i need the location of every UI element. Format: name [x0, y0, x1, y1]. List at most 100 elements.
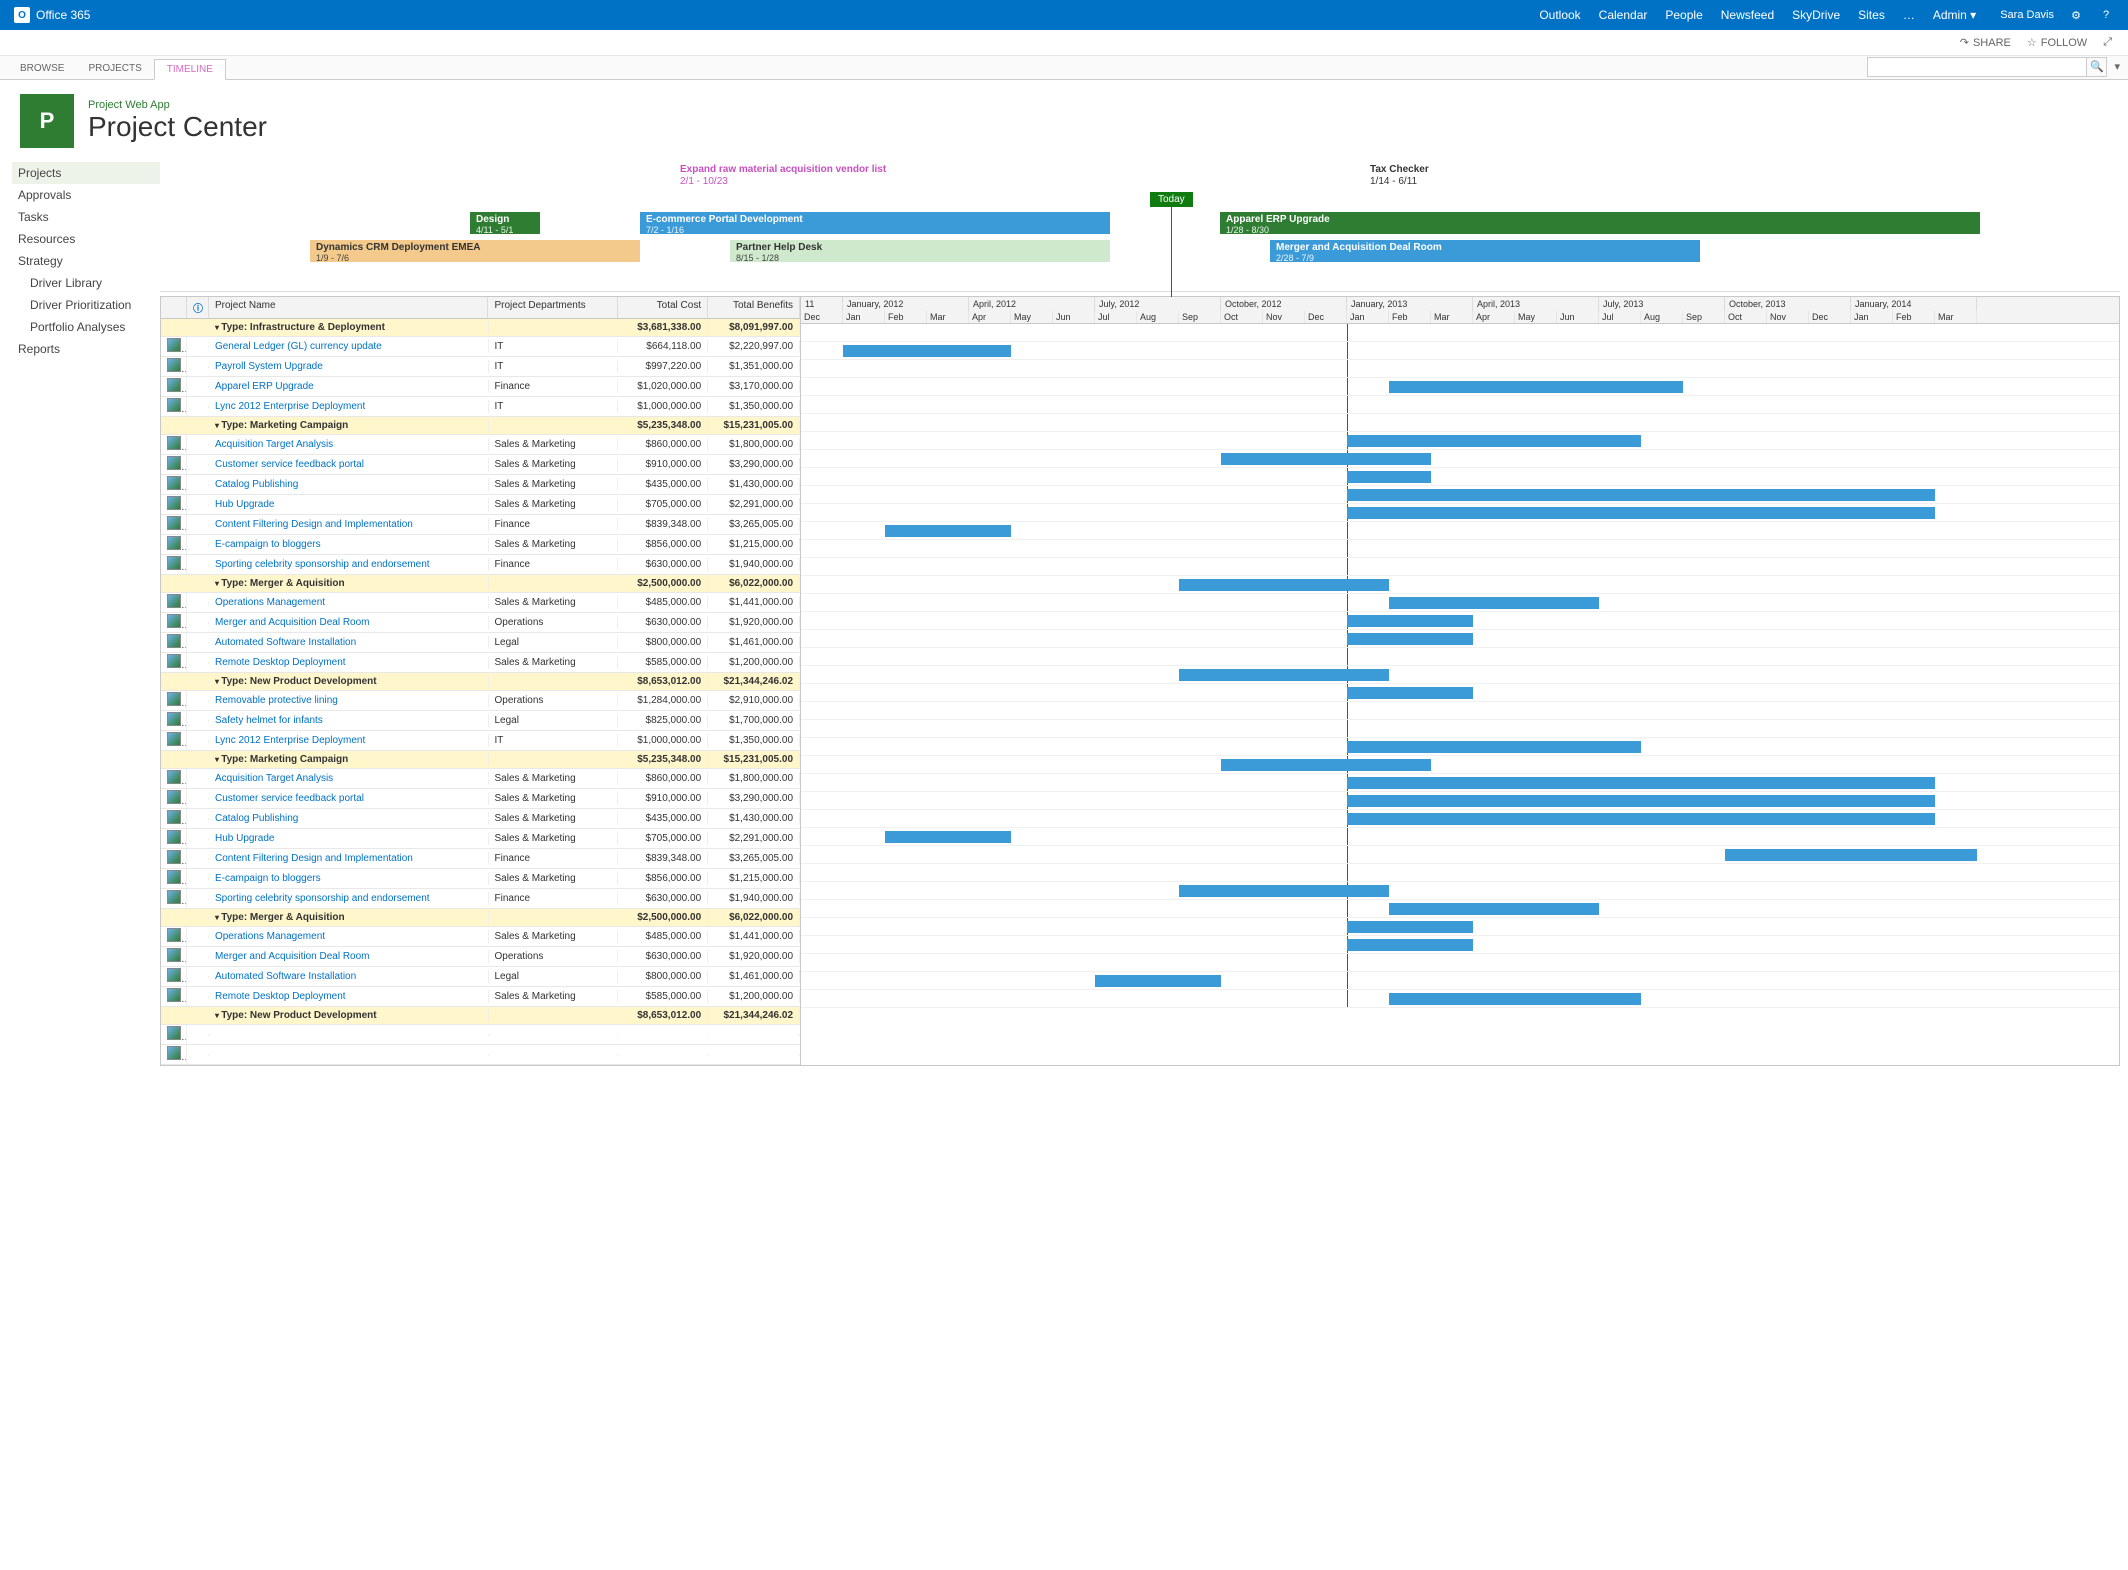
table-row[interactable]: Catalog PublishingSales & Marketing$435,…	[161, 475, 800, 495]
nav-item[interactable]: Strategy	[12, 250, 160, 272]
col-project-name[interactable]: Project Name	[209, 297, 489, 318]
col-total-benefits[interactable]: Total Benefits	[708, 297, 800, 318]
table-row[interactable]: Sporting celebrity sponsorship and endor…	[161, 555, 800, 575]
table-row[interactable]: Customer service feedback portalSales & …	[161, 455, 800, 475]
user-name[interactable]: Sara Davis	[2000, 9, 2054, 21]
project-link[interactable]: Lync 2012 Enterprise Deployment	[215, 401, 365, 412]
project-link[interactable]: E-campaign to bloggers	[215, 539, 321, 550]
table-row[interactable]: Merger and Acquisition Deal RoomOperatio…	[161, 947, 800, 967]
project-link[interactable]: Merger and Acquisition Deal Room	[215, 617, 370, 628]
table-row[interactable]: Apparel ERP UpgradeFinance$1,020,000.00$…	[161, 377, 800, 397]
project-link[interactable]: Remote Desktop Deployment	[215, 657, 346, 668]
timeline-callout[interactable]: Expand raw material acquisition vendor l…	[680, 164, 886, 188]
timeline-strip[interactable]: Today Expand raw material acquisition ve…	[160, 162, 2120, 292]
suite-nav-item[interactable]: People	[1665, 8, 1702, 22]
table-row[interactable]: Operations ManagementSales & Marketing$4…	[161, 593, 800, 613]
gantt-bar[interactable]	[1347, 435, 1641, 447]
table-row[interactable]	[161, 1045, 800, 1065]
project-link[interactable]: Sporting celebrity sponsorship and endor…	[215, 559, 430, 570]
project-link[interactable]: Sporting celebrity sponsorship and endor…	[215, 893, 430, 904]
table-row[interactable]: Payroll System UpgradeIT$997,220.00$1,35…	[161, 357, 800, 377]
project-link[interactable]: Payroll System Upgrade	[215, 361, 323, 372]
project-link[interactable]: Customer service feedback portal	[215, 793, 364, 804]
ribbon-tab[interactable]: PROJECTS	[76, 59, 153, 79]
project-link[interactable]: Lync 2012 Enterprise Deployment	[215, 735, 365, 746]
gantt-bar[interactable]	[1179, 885, 1389, 897]
table-row[interactable]: Acquisition Target AnalysisSales & Marke…	[161, 435, 800, 455]
suite-nav-item[interactable]: SkyDrive	[1792, 8, 1840, 22]
gantt-bar[interactable]	[885, 831, 1011, 843]
gantt-bar[interactable]	[1347, 489, 1935, 501]
help-icon[interactable]: ?	[2098, 7, 2114, 23]
suite-nav-item[interactable]: Calendar	[1599, 8, 1648, 22]
dropdown-icon[interactable]: ▾	[2114, 61, 2120, 73]
gantt-bar[interactable]	[1725, 849, 1977, 861]
nav-item[interactable]: Reports	[12, 338, 160, 360]
nav-item[interactable]: Driver Library	[12, 272, 160, 294]
project-link[interactable]: Removable protective lining	[215, 695, 338, 706]
timeline-bar[interactable]: E-commerce Portal Development7/2 - 1/16	[640, 212, 1110, 234]
nav-item[interactable]: Resources	[12, 228, 160, 250]
timeline-bar[interactable]: Apparel ERP Upgrade1/28 - 8/30	[1220, 212, 1980, 234]
table-row[interactable]: Remote Desktop DeploymentSales & Marketi…	[161, 653, 800, 673]
table-row[interactable]: Automated Software InstallationLegal$800…	[161, 633, 800, 653]
search-icon[interactable]: 🔍	[2087, 57, 2107, 77]
gantt-bar[interactable]	[1179, 579, 1389, 591]
gantt-bar[interactable]	[1347, 615, 1473, 627]
table-row[interactable]: Safety helmet for infantsLegal$825,000.0…	[161, 711, 800, 731]
project-link[interactable]: Remote Desktop Deployment	[215, 991, 346, 1002]
table-row[interactable]: General Ledger (GL) currency updateIT$66…	[161, 337, 800, 357]
table-row[interactable]: Customer service feedback portalSales & …	[161, 789, 800, 809]
gantt-bar[interactable]	[1347, 939, 1473, 951]
gantt-bar[interactable]	[1221, 759, 1431, 771]
table-row[interactable]: E-campaign to bloggersSales & Marketing$…	[161, 869, 800, 889]
project-link[interactable]: Catalog Publishing	[215, 479, 298, 490]
table-row[interactable]: Sporting celebrity sponsorship and endor…	[161, 889, 800, 909]
col-total-cost[interactable]: Total Cost	[618, 297, 708, 318]
group-row[interactable]: Type: New Product Development$8,653,012.…	[161, 1007, 800, 1025]
table-row[interactable]: Content Filtering Design and Implementat…	[161, 849, 800, 869]
group-row[interactable]: Type: Marketing Campaign$5,235,348.00$15…	[161, 751, 800, 769]
table-row[interactable]	[161, 1025, 800, 1045]
suite-nav-item[interactable]: Sites	[1858, 8, 1885, 22]
project-link[interactable]: Operations Management	[215, 931, 325, 942]
follow-button[interactable]: ☆ FOLLOW	[2027, 36, 2087, 49]
gantt-bar[interactable]	[1389, 993, 1641, 1005]
gantt-bar[interactable]	[1389, 597, 1599, 609]
table-row[interactable]: Acquisition Target AnalysisSales & Marke…	[161, 769, 800, 789]
ribbon-tab[interactable]: TIMELINE	[154, 59, 226, 80]
suite-nav-item[interactable]: Admin ▾	[1933, 8, 1976, 22]
project-link[interactable]: General Ledger (GL) currency update	[215, 341, 382, 352]
group-row[interactable]: Type: New Product Development$8,653,012.…	[161, 673, 800, 691]
search-input[interactable]	[1867, 57, 2087, 77]
project-link[interactable]: Automated Software Installation	[215, 637, 356, 648]
col-icon[interactable]	[161, 297, 187, 318]
brand[interactable]: O Office 365	[14, 7, 90, 23]
table-row[interactable]: Removable protective liningOperations$1,…	[161, 691, 800, 711]
gantt-chart[interactable]: 11January, 2012April, 2012July, 2012Octo…	[801, 297, 2119, 1065]
project-link[interactable]: Content Filtering Design and Implementat…	[215, 519, 413, 530]
suite-nav-item[interactable]: …	[1903, 8, 1915, 22]
share-button[interactable]: ↷ SHARE	[1960, 36, 2011, 49]
project-link[interactable]: Customer service feedback portal	[215, 459, 364, 470]
project-link[interactable]: Acquisition Target Analysis	[215, 773, 333, 784]
gantt-bar[interactable]	[1347, 777, 1935, 789]
project-link[interactable]: Operations Management	[215, 597, 325, 608]
project-link[interactable]: Automated Software Installation	[215, 971, 356, 982]
timeline-callout[interactable]: Tax Checker1/14 - 6/11	[1370, 164, 1429, 188]
project-link[interactable]: Merger and Acquisition Deal Room	[215, 951, 370, 962]
project-link[interactable]: Catalog Publishing	[215, 813, 298, 824]
gantt-bar[interactable]	[1347, 507, 1935, 519]
project-link[interactable]: E-campaign to bloggers	[215, 873, 321, 884]
group-row[interactable]: Type: Infrastructure & Deployment$3,681,…	[161, 319, 800, 337]
project-link[interactable]: Safety helmet for infants	[215, 715, 323, 726]
gantt-bar[interactable]	[1347, 633, 1473, 645]
table-row[interactable]: Remote Desktop DeploymentSales & Marketi…	[161, 987, 800, 1007]
project-link[interactable]: Acquisition Target Analysis	[215, 439, 333, 450]
gantt-bar[interactable]	[885, 525, 1011, 537]
gantt-bar[interactable]	[1389, 381, 1683, 393]
gantt-bar[interactable]	[1347, 813, 1935, 825]
table-row[interactable]: Lync 2012 Enterprise DeploymentIT$1,000,…	[161, 397, 800, 417]
focus-icon[interactable]: ⤢	[2103, 36, 2112, 49]
table-row[interactable]: Hub UpgradeSales & Marketing$705,000.00$…	[161, 829, 800, 849]
